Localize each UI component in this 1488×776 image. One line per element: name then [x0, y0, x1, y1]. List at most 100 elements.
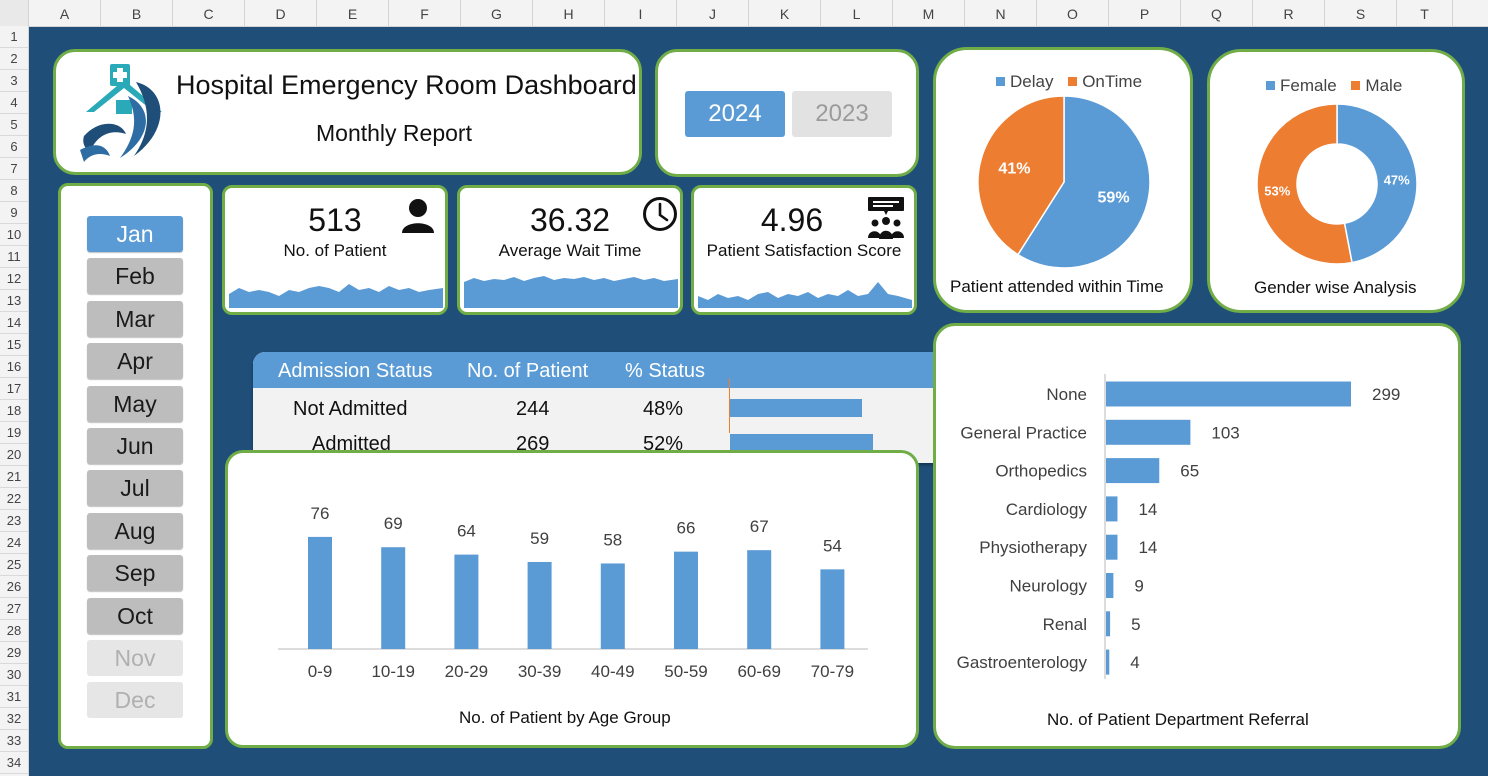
- y-tick-label: Cardiology: [1006, 500, 1088, 519]
- row-header-cell[interactable]: 8: [0, 180, 28, 202]
- row-header-cell[interactable]: 5: [0, 114, 28, 136]
- column-header-cell[interactable]: E: [317, 0, 389, 26]
- row-header-cell[interactable]: 25: [0, 554, 28, 576]
- donut-legend: Female Male: [1266, 76, 1402, 96]
- column-header-cell[interactable]: G: [461, 0, 533, 26]
- bar-data-label: 5: [1131, 615, 1140, 634]
- row-header-cell[interactable]: 32: [0, 708, 28, 730]
- row-header-cell[interactable]: 12: [0, 268, 28, 290]
- y-tick-label: None: [1046, 385, 1087, 404]
- person-icon: [402, 199, 434, 233]
- month-button-oct[interactable]: Oct: [87, 597, 183, 634]
- row-header-cell[interactable]: 20: [0, 444, 28, 466]
- column-header-cell[interactable]: D: [245, 0, 317, 26]
- select-all-corner[interactable]: [0, 0, 29, 26]
- dashboard-title: Hospital Emergency Room Dashboard: [176, 70, 637, 100]
- dashboard-subtitle: Monthly Report: [316, 120, 472, 146]
- row-header-cell[interactable]: 10: [0, 224, 28, 246]
- row-header-cell[interactable]: 23: [0, 510, 28, 532]
- donut-card-gender: Female Male 47% 53% Gender wise Analysis: [1207, 49, 1465, 313]
- bar: [1106, 458, 1160, 484]
- column-header: Admission Status: [278, 360, 433, 382]
- month-button-mar[interactable]: Mar: [87, 300, 183, 337]
- column-header-cell[interactable]: N: [965, 0, 1037, 26]
- row-header-cell[interactable]: 29: [0, 642, 28, 664]
- column-header-cell[interactable]: L: [821, 0, 893, 26]
- column-header-bar: ABCDEFGHIJKLMNOPQRST: [0, 0, 1488, 27]
- row-header-cell[interactable]: 1: [0, 26, 28, 48]
- month-button-aug[interactable]: Aug: [87, 512, 183, 549]
- column-header-cell[interactable]: H: [533, 0, 605, 26]
- column-header-cell[interactable]: P: [1109, 0, 1181, 26]
- department-referral-chart-card: None 299 General Practice 103 Orthopedics 65 C…: [933, 323, 1461, 749]
- row-header-cell[interactable]: 27: [0, 598, 28, 620]
- column-header-cell[interactable]: I: [605, 0, 677, 26]
- column-header-cell[interactable]: O: [1037, 0, 1109, 26]
- row-header-cell[interactable]: 26: [0, 576, 28, 598]
- bar: [308, 536, 332, 649]
- status-cell: Not Admitted: [293, 398, 408, 420]
- month-button-jun[interactable]: Jun: [87, 428, 183, 464]
- column-header-cell[interactable]: J: [677, 0, 749, 26]
- row-header-cell[interactable]: 31: [0, 686, 28, 708]
- row-header-cell[interactable]: 6: [0, 136, 28, 158]
- row-header-cell[interactable]: 28: [0, 620, 28, 642]
- bar-data-label: 59: [530, 529, 549, 548]
- row-header-cell[interactable]: 24: [0, 532, 28, 554]
- column-header-cell[interactable]: A: [29, 0, 101, 26]
- column-header-cell[interactable]: B: [101, 0, 173, 26]
- column-header-cell[interactable]: R: [1253, 0, 1325, 26]
- row-header-cell[interactable]: 18: [0, 400, 28, 422]
- x-tick-label: 50-59: [664, 662, 707, 681]
- month-button-sep[interactable]: Sep: [87, 555, 183, 592]
- x-tick-label: 30-39: [518, 662, 561, 681]
- month-button-jul[interactable]: Jul: [87, 470, 183, 507]
- kpi-sparkline: [464, 276, 678, 308]
- row-header-cell[interactable]: 21: [0, 466, 28, 488]
- year-button-2024[interactable]: 2024: [685, 91, 785, 137]
- row-header-cell[interactable]: 2: [0, 48, 28, 70]
- row-header-cell[interactable]: 15: [0, 334, 28, 356]
- bar-data-label: 14: [1138, 538, 1157, 557]
- legend-item-ontime: OnTime: [1068, 72, 1142, 91]
- month-button-nov[interactable]: Nov: [87, 640, 183, 676]
- row-header-cell[interactable]: 9: [0, 202, 28, 224]
- row-header-cell[interactable]: 13: [0, 290, 28, 312]
- row-header-cell[interactable]: 17: [0, 378, 28, 400]
- row-header-cell[interactable]: 30: [0, 664, 28, 686]
- column-header-cell[interactable]: C: [173, 0, 245, 26]
- month-slicer-card: Jan Feb Mar Apr May Jun Jul Aug Sep Oct Nov Dec: [58, 183, 213, 749]
- chart-title: No. of Patient Department Referral: [1047, 710, 1309, 729]
- row-header-cell[interactable]: 16: [0, 356, 28, 378]
- bar-data-label: 65: [1180, 462, 1199, 481]
- row-header-cell[interactable]: 14: [0, 312, 28, 334]
- sparkline-area: [464, 276, 678, 308]
- column-header-cell[interactable]: Q: [1181, 0, 1253, 26]
- legend-item-male: Male: [1351, 76, 1402, 95]
- column-header-cell[interactable]: K: [749, 0, 821, 26]
- attended-time-pie-chart: 59% 41%: [977, 95, 1151, 269]
- row-header-cell[interactable]: 11: [0, 246, 28, 268]
- row-header-bar: 1 2 3 4 5 6 7 8 9 10 11 12 13 14 15 16 17 18 19 20 21 22 23 24 2…: [0, 26, 29, 776]
- column-header-cell[interactable]: S: [1325, 0, 1397, 26]
- column-header-cell[interactable]: M: [893, 0, 965, 26]
- year-button-2023[interactable]: 2023: [792, 91, 892, 137]
- row-header-cell[interactable]: 3: [0, 70, 28, 92]
- bar: [454, 554, 479, 649]
- row-header-cell[interactable]: 19: [0, 422, 28, 444]
- month-button-feb[interactable]: Feb: [87, 258, 183, 295]
- bar-data-label: 299: [1372, 385, 1400, 404]
- row-header-cell[interactable]: 34: [0, 752, 28, 774]
- month-button-apr[interactable]: Apr: [87, 343, 183, 380]
- column-header-cell[interactable]: F: [389, 0, 461, 26]
- month-button-dec[interactable]: Dec: [87, 682, 183, 719]
- row-header-cell[interactable]: 7: [0, 158, 28, 180]
- month-button-jan[interactable]: Jan: [87, 216, 183, 252]
- column-header-cell[interactable]: T: [1397, 0, 1453, 26]
- y-tick-label: Orthopedics: [995, 462, 1087, 481]
- kpi-label: No. of Patient: [283, 241, 387, 260]
- row-header-cell[interactable]: 4: [0, 92, 28, 114]
- row-header-cell[interactable]: 33: [0, 730, 28, 752]
- month-button-may[interactable]: May: [87, 385, 183, 422]
- row-header-cell[interactable]: 22: [0, 488, 28, 510]
